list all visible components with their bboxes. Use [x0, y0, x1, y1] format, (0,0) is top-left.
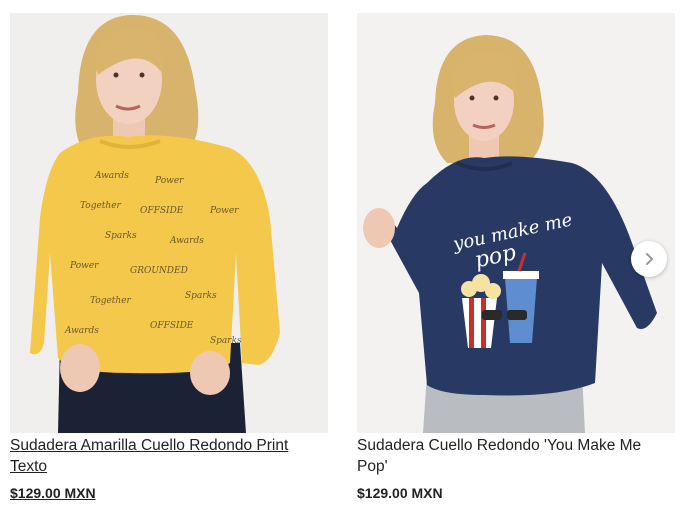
product-card[interactable]: Awards Power Together OFFSIDE Sparks Awa…: [10, 0, 328, 501]
svg-text:Awards: Awards: [64, 326, 99, 336]
svg-text:GROUNDED: GROUNDED: [130, 266, 188, 276]
svg-text:Sparks: Sparks: [105, 231, 137, 241]
product-price[interactable]: $129.00 MXN: [357, 485, 443, 501]
svg-text:Sparks: Sparks: [185, 291, 217, 301]
model-photo: you make me pop: [357, 13, 675, 433]
model-photo: Awards Power Together OFFSIDE Sparks Awa…: [10, 13, 328, 433]
svg-text:Power: Power: [209, 206, 239, 216]
carousel-next-button[interactable]: [631, 241, 667, 277]
product-image[interactable]: Awards Power Together OFFSIDE Sparks Awa…: [10, 13, 328, 433]
svg-text:Awards: Awards: [94, 171, 129, 181]
product-title-link[interactable]: Sudadera Cuello Redondo 'You Make Me Pop…: [357, 435, 669, 477]
product-image[interactable]: you make me pop: [357, 13, 675, 433]
svg-text:Power: Power: [154, 176, 184, 186]
svg-text:OFFSIDE: OFFSIDE: [150, 321, 194, 331]
product-carousel: Awards Power Together OFFSIDE Sparks Awa…: [0, 0, 687, 516]
chevron-right-icon: [646, 253, 653, 265]
svg-text:Together: Together: [80, 201, 122, 211]
product-title-link[interactable]: Sudadera Amarilla Cuello Redondo Print T…: [10, 435, 322, 477]
product-card[interactable]: you make me pop Sudadera Cuello Redondo …: [357, 0, 675, 501]
svg-text:Together: Together: [90, 296, 132, 306]
svg-text:Power: Power: [69, 261, 99, 271]
svg-text:Awards: Awards: [169, 236, 204, 246]
product-price[interactable]: $129.00 MXN: [10, 485, 96, 501]
svg-text:OFFSIDE: OFFSIDE: [140, 206, 184, 216]
svg-text:Sparks: Sparks: [210, 336, 242, 346]
